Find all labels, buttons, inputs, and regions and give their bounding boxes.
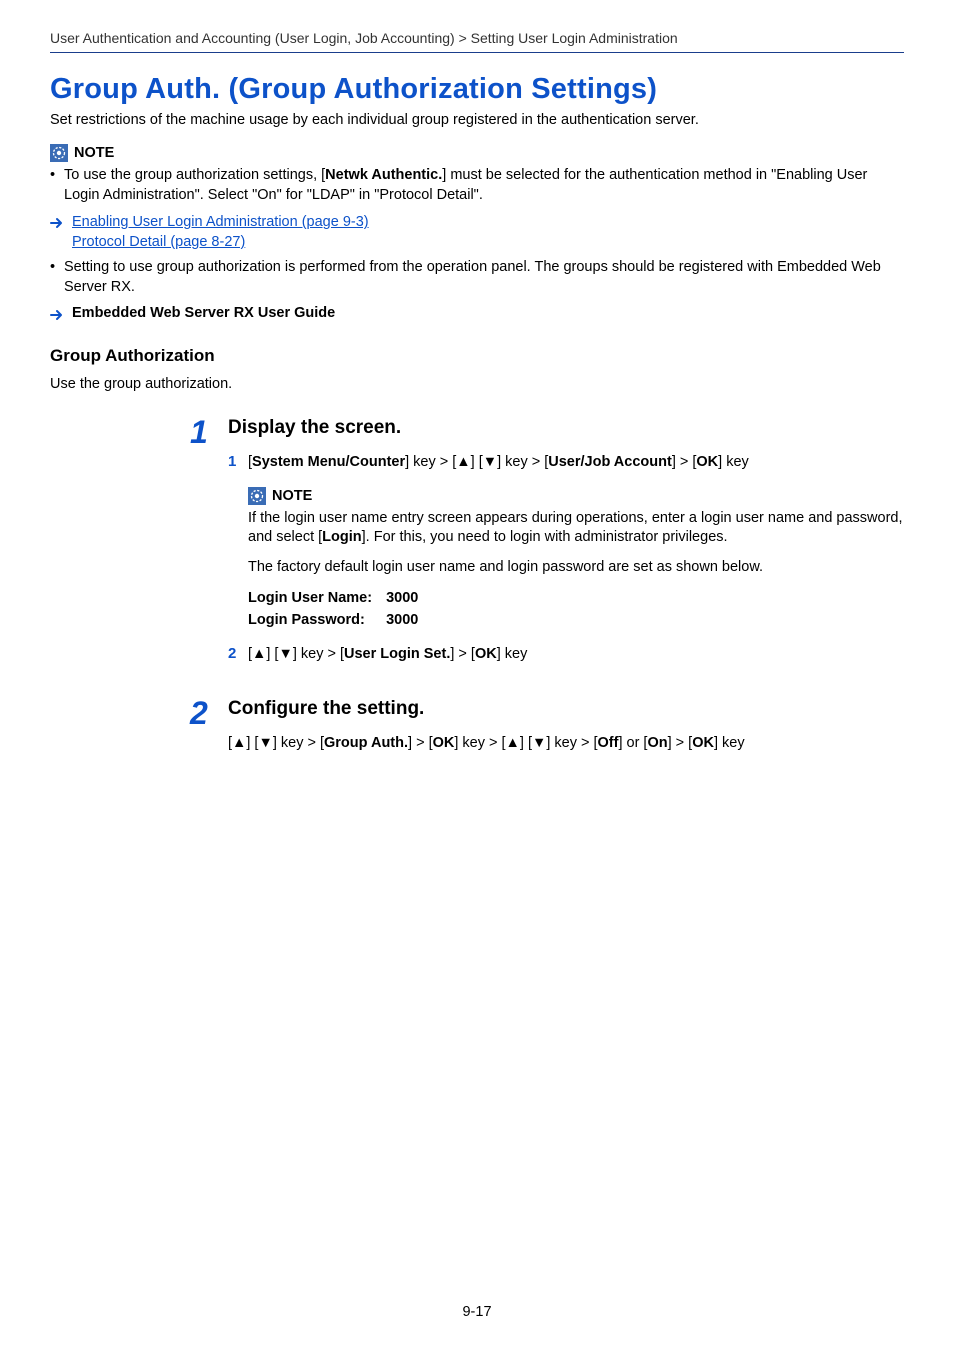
table-row: Login User Name: 3000	[248, 587, 432, 609]
substep-text: [▲] [▼] key > [User Login Set.] > [OK] k…	[248, 645, 904, 665]
ref-row: Embedded Web Server RX User Guide	[50, 305, 904, 322]
inner-note-text-2: The factory default login user name and …	[248, 558, 904, 578]
arrow-right-icon	[50, 216, 64, 230]
note-header: NOTE	[50, 144, 904, 162]
substep-text: [System Menu/Counter] key > [▲] [▼] key …	[248, 453, 904, 473]
note-bullet-1: To use the group authorization settings,…	[50, 166, 904, 205]
inner-note-text-1: If the login user name entry screen appe…	[248, 509, 904, 548]
login-user-value: 3000	[386, 587, 432, 609]
substep-number: 1	[228, 453, 248, 470]
note-bullet-2: Setting to use group authorization is pe…	[50, 258, 904, 297]
intro-text: Set restrictions of the machine usage by…	[50, 112, 904, 128]
login-credentials-table: Login User Name: 3000 Login Password: 30…	[248, 587, 432, 631]
step-1-substep-1: 1 [System Menu/Counter] key > [▲] [▼] ke…	[228, 453, 904, 473]
link-protocol-detail[interactable]: Protocol Detail (page 8-27)	[72, 234, 245, 250]
note-label: NOTE	[74, 145, 114, 161]
step-1: 1 Display the screen. 1 [System Menu/Cou…	[190, 416, 904, 679]
note-list-2: Setting to use group authorization is pe…	[50, 258, 904, 297]
inner-note: NOTE If the login user name entry screen…	[248, 487, 904, 632]
login-user-label: Login User Name:	[248, 587, 386, 609]
reference-guide: Embedded Web Server RX User Guide	[72, 305, 335, 321]
sub-intro: Use the group authorization.	[50, 376, 904, 392]
login-password-value: 3000	[386, 609, 432, 631]
breadcrumb: User Authentication and Accounting (User…	[50, 30, 904, 53]
step-number-1: 1	[190, 416, 228, 448]
link-row-1: Enabling User Login Administration (page…	[50, 213, 904, 252]
step-2: 2 Configure the setting. [▲] [▼] key > […	[190, 697, 904, 753]
page-title: Group Auth. (Group Authorization Setting…	[50, 73, 904, 106]
table-row: Login Password: 3000	[248, 609, 432, 631]
login-password-label: Login Password:	[248, 609, 386, 631]
note-icon	[248, 487, 266, 505]
arrow-right-icon	[50, 308, 64, 322]
note-label: NOTE	[272, 488, 312, 504]
page-number: 9-17	[0, 1304, 954, 1320]
document-page: User Authentication and Accounting (User…	[0, 0, 954, 1350]
subheading: Group Authorization	[50, 346, 904, 366]
note-list: To use the group authorization settings,…	[50, 166, 904, 205]
step-2-heading: Configure the setting.	[228, 697, 904, 722]
step-1-substep-2: 2 [▲] [▼] key > [User Login Set.] > [OK]…	[228, 645, 904, 665]
note-icon	[50, 144, 68, 162]
step-number-2: 2	[190, 697, 228, 729]
substep-number: 2	[228, 645, 248, 662]
step-2-text: [▲] [▼] key > [Group Auth.] > [OK] key >…	[228, 734, 904, 754]
link-enabling-admin[interactable]: Enabling User Login Administration (page…	[72, 214, 369, 230]
step-1-heading: Display the screen.	[228, 416, 904, 441]
